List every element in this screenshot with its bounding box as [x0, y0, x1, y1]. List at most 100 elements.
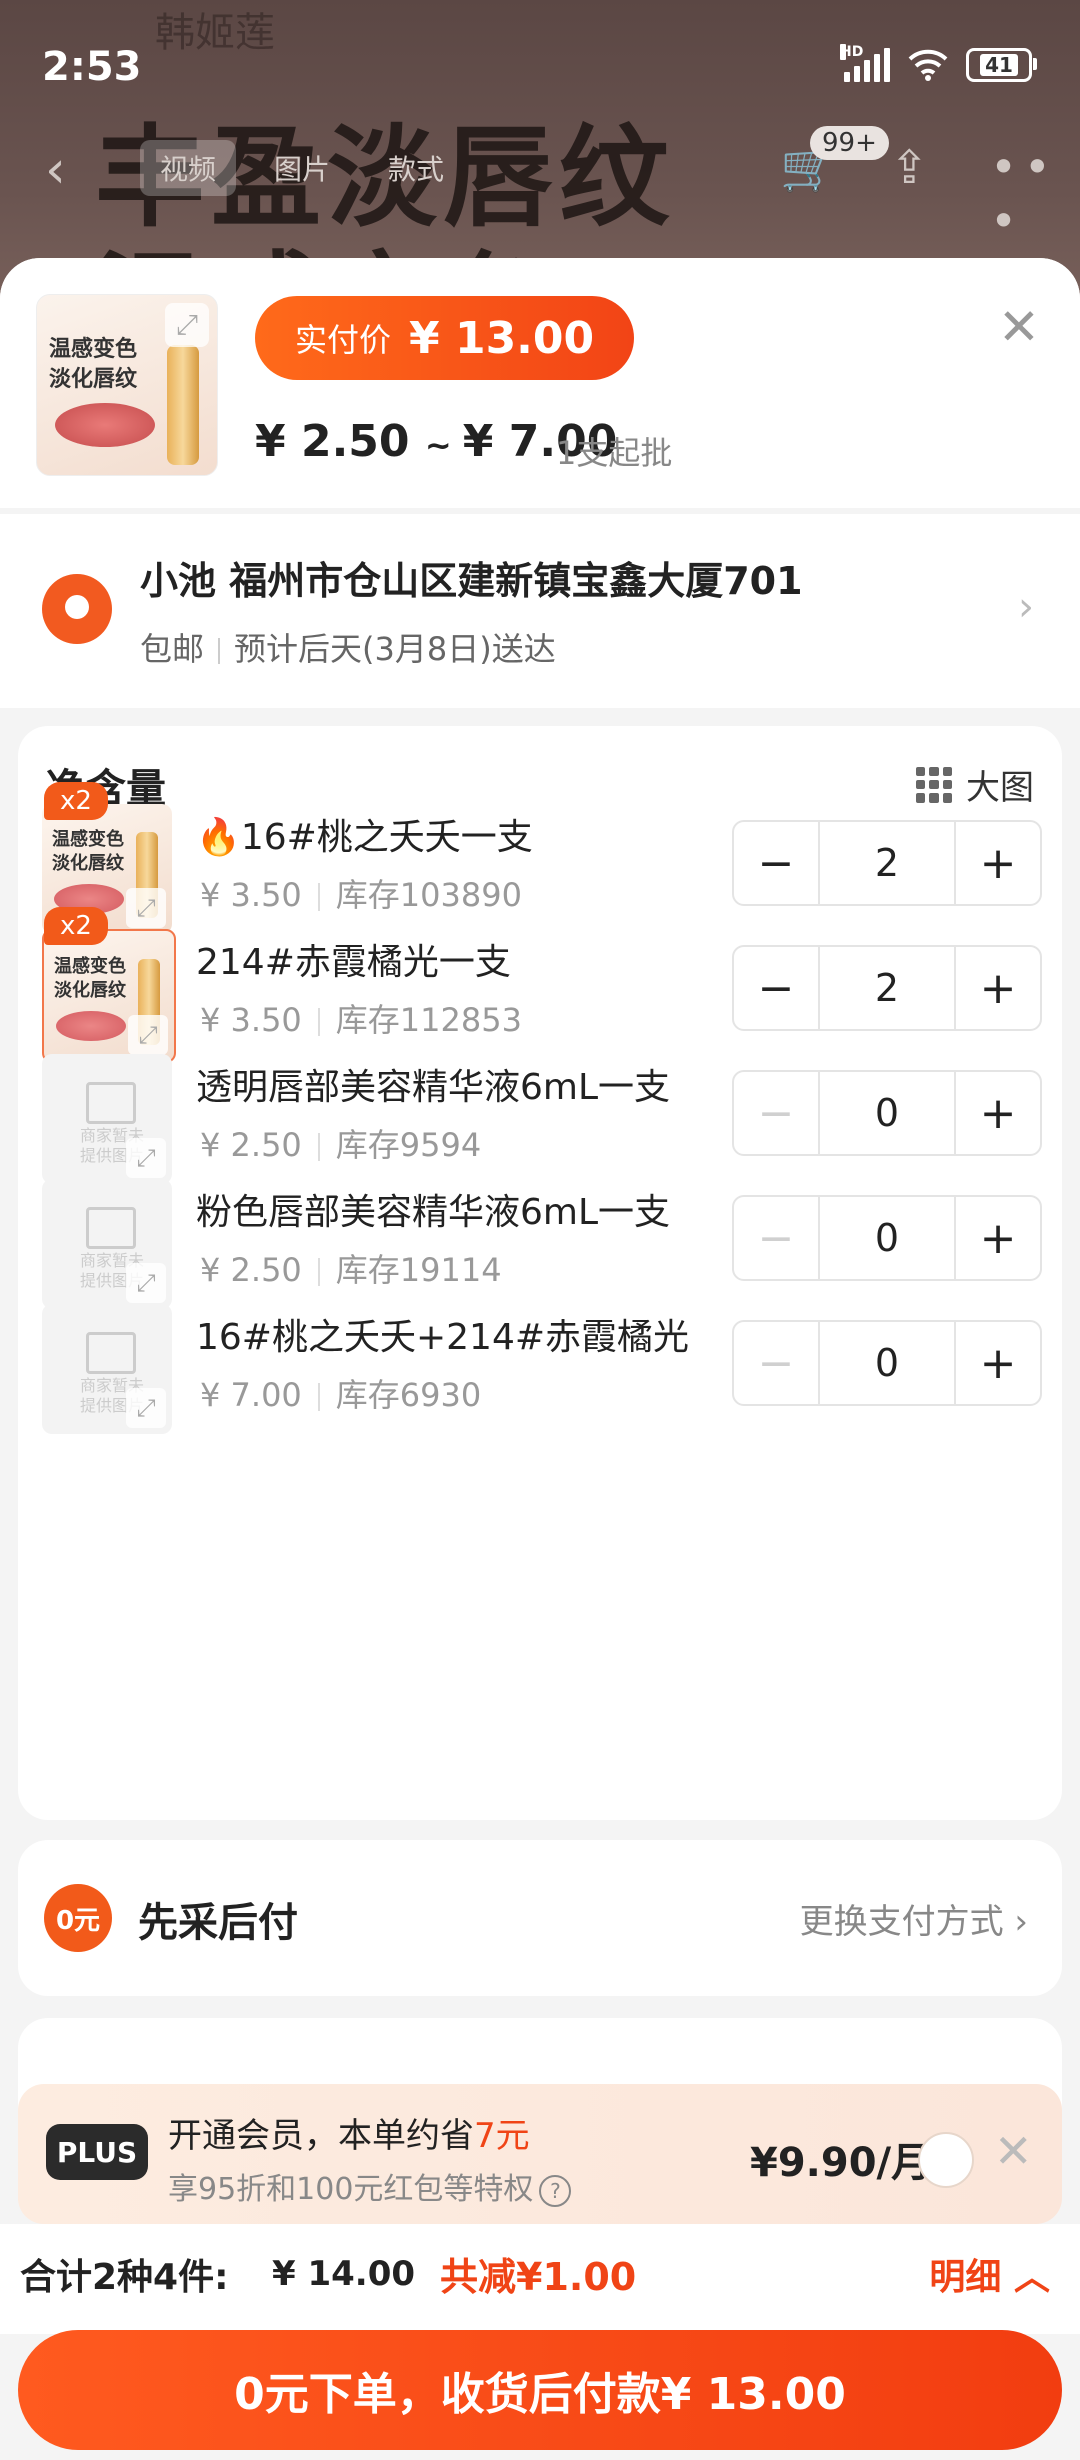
- help-icon[interactable]: ?: [539, 2174, 572, 2207]
- tab-video[interactable]: 视频: [140, 140, 237, 196]
- plus-benefits-text: 享95折和100元红包等特权: [168, 2172, 534, 2207]
- quantity-value[interactable]: 0: [818, 1072, 956, 1154]
- signal-icon: HD: [840, 44, 890, 82]
- image-placeholder-icon: [86, 1207, 136, 1249]
- close-icon[interactable]: ✕: [994, 2124, 1033, 2178]
- location-pin-icon: [42, 574, 112, 644]
- status-time: 2:53: [42, 44, 142, 90]
- quantity-stepper: − 2 +: [732, 820, 1042, 906]
- sku-item: 商家暂未 提供图片 ⤢ 16#桃之夭夭+214#赤霞橘光 ¥ 7.00 库存693…: [18, 1284, 1062, 1454]
- spec-card: 净含量 大图 x2 温感变色 淡化唇纹 ⤢ 🔥16#桃之夭夭一支 ¥ 3.50 库…: [18, 726, 1062, 1820]
- plus-badge: PLUS: [46, 2124, 148, 2180]
- image-placeholder-icon: [86, 1082, 136, 1124]
- battery-level: 41: [980, 54, 1018, 76]
- total-bar: 合计2种4件: ¥ 14.00 共减¥1.00 明细 ︿: [0, 2224, 1080, 2334]
- actual-price-value: ¥ 13.00: [409, 312, 595, 364]
- decrease-button[interactable]: −: [734, 822, 818, 904]
- cart-badge: 99+: [810, 126, 889, 160]
- actual-price-label: 实付价: [295, 321, 392, 359]
- product-thumbnail[interactable]: 温感变色 淡化唇纹 ⤢: [36, 294, 218, 476]
- plus-benefits: 享95折和100元红包等特权?: [168, 2164, 572, 2208]
- detail-toggle[interactable]: 明细 ︿: [929, 2248, 1050, 2300]
- sku-thumbnail-text: 温感变色 淡化唇纹: [52, 829, 124, 874]
- payment-method-card[interactable]: 0元 先采后付 更换支付方式 ›: [18, 1840, 1062, 1996]
- payment-title: 先采后付: [138, 1900, 298, 1946]
- plus-select-radio[interactable]: [918, 2132, 974, 2188]
- address-line: 小池 福州市仓山区建新镇宝鑫大厦701: [140, 559, 803, 603]
- chevron-up-icon: ︿: [1013, 2257, 1050, 2298]
- delivery-estimate: 预计后天(3月8日)送达: [234, 630, 556, 668]
- bg-media-tabs: 视频 图片 款式: [140, 140, 464, 196]
- sku-thumbnail[interactable]: 商家暂未 提供图片 ⤢: [42, 1304, 172, 1434]
- plus-offer-text: 开通会员，本单约省7元: [168, 2108, 530, 2157]
- sku-name: 透明唇部美容精华液6mL一支: [196, 1067, 671, 1108]
- sku-thumbnail-text: 温感变色 淡化唇纹: [54, 956, 126, 1001]
- quantity-value[interactable]: 2: [818, 822, 956, 904]
- quantity-stepper: − 0 +: [732, 1070, 1042, 1156]
- lips-image: [55, 403, 155, 447]
- sku-stock: 库存6930: [335, 1376, 482, 1414]
- sheet-header: 温感变色 淡化唇纹 ⤢ 实付价 ¥ 13.00 ¥ 2.50 ~ ¥ 7.00 …: [0, 258, 1080, 508]
- tab-images[interactable]: 图片: [254, 140, 350, 196]
- total-amount: ¥ 14.00: [272, 2254, 416, 2294]
- delivery-info: 包邮 预计后天(3月8日)送达: [140, 624, 556, 670]
- more-icon[interactable]: • • •: [990, 140, 1080, 248]
- sku-price: ¥ 7.00: [200, 1376, 302, 1414]
- total-summary: 合计2种4件:: [20, 2257, 229, 2298]
- status-bar: 2:53 HD 41: [0, 0, 1080, 130]
- sku-name: 16#桃之夭夭+214#赤霞橘光: [196, 1317, 690, 1358]
- increase-button[interactable]: +: [956, 1197, 1040, 1279]
- plus-savings: 7元: [474, 2116, 530, 2156]
- wifi-icon: [908, 49, 948, 81]
- share-icon[interactable]: ⇪: [890, 140, 929, 194]
- decrease-button[interactable]: −: [734, 1322, 818, 1404]
- change-payment-link[interactable]: 更换支付方式 ›: [800, 1894, 1028, 1943]
- change-payment-label: 更换支付方式: [799, 1902, 1004, 1942]
- price-range-low: 2.50: [300, 416, 410, 467]
- quantity-badge: x2: [44, 907, 108, 945]
- decrease-button[interactable]: −: [734, 947, 818, 1029]
- plus-offer-prefix: 开通会员，本单约省: [168, 2116, 474, 2156]
- image-placeholder-icon: [86, 1332, 136, 1374]
- plus-price: ¥9.90/月: [750, 2140, 932, 2186]
- chevron-right-icon: ›: [1014, 1902, 1028, 1942]
- increase-button[interactable]: +: [956, 1322, 1040, 1404]
- shipping-label: 包邮: [140, 630, 205, 668]
- quantity-value[interactable]: 0: [818, 1197, 956, 1279]
- quantity-stepper: − 0 +: [732, 1195, 1042, 1281]
- decrease-button[interactable]: −: [734, 1072, 818, 1154]
- expand-icon[interactable]: ⤢: [126, 1388, 166, 1428]
- actual-price-pill: 实付价 ¥ 13.00: [255, 296, 635, 380]
- expand-icon[interactable]: ⤢: [165, 303, 209, 347]
- plus-membership-banner[interactable]: PLUS 开通会员，本单约省7元 享95折和100元红包等特权? ¥9.90/月…: [18, 2084, 1062, 2224]
- total-discount: 共减¥1.00: [440, 2255, 637, 2299]
- close-icon[interactable]: ✕: [998, 298, 1040, 356]
- decrease-button[interactable]: −: [734, 1197, 818, 1279]
- sku-name: 粉色唇部美容精华液6mL一支: [196, 1192, 671, 1233]
- quantity-value[interactable]: 0: [818, 1322, 956, 1404]
- sku-name: 214#赤霞橘光一支: [196, 942, 511, 983]
- currency-symbol: ¥: [255, 416, 286, 467]
- network-type: HD: [840, 44, 864, 60]
- place-order-button[interactable]: 0元下单，收货后付款¥ 13.00: [18, 2330, 1062, 2450]
- back-icon[interactable]: ‹: [45, 140, 66, 200]
- increase-button[interactable]: +: [956, 947, 1040, 1029]
- min-order: 1支起批: [556, 434, 673, 472]
- sku-meta: ¥ 7.00 库存6930: [200, 1370, 481, 1416]
- increase-button[interactable]: +: [956, 1072, 1040, 1154]
- sku-selection-sheet: 温感变色 淡化唇纹 ⤢ 实付价 ¥ 13.00 ¥ 2.50 ~ ¥ 7.00 …: [0, 258, 1080, 2460]
- quantity-stepper: − 0 +: [732, 1320, 1042, 1406]
- sku-name: 🔥16#桃之夭夭一支: [196, 817, 533, 858]
- currency-symbol-2: ¥: [462, 416, 494, 467]
- increase-button[interactable]: +: [956, 822, 1040, 904]
- product-tube-image: [167, 345, 199, 465]
- battery-icon: 41: [966, 48, 1037, 82]
- chevron-right-icon: ›: [1018, 584, 1034, 630]
- tab-styles[interactable]: 款式: [368, 140, 464, 196]
- address-card[interactable]: 小池 福州市仓山区建新镇宝鑫大厦701 包邮 预计后天(3月8日)送达 ›: [0, 514, 1080, 708]
- detail-label: 明细: [929, 2257, 1002, 2298]
- pay-later-icon: 0元: [44, 1884, 112, 1952]
- quantity-value[interactable]: 2: [818, 947, 956, 1029]
- product-thumbnail-text: 温感变色 淡化唇纹: [49, 337, 138, 392]
- quantity-stepper: − 2 +: [732, 945, 1042, 1031]
